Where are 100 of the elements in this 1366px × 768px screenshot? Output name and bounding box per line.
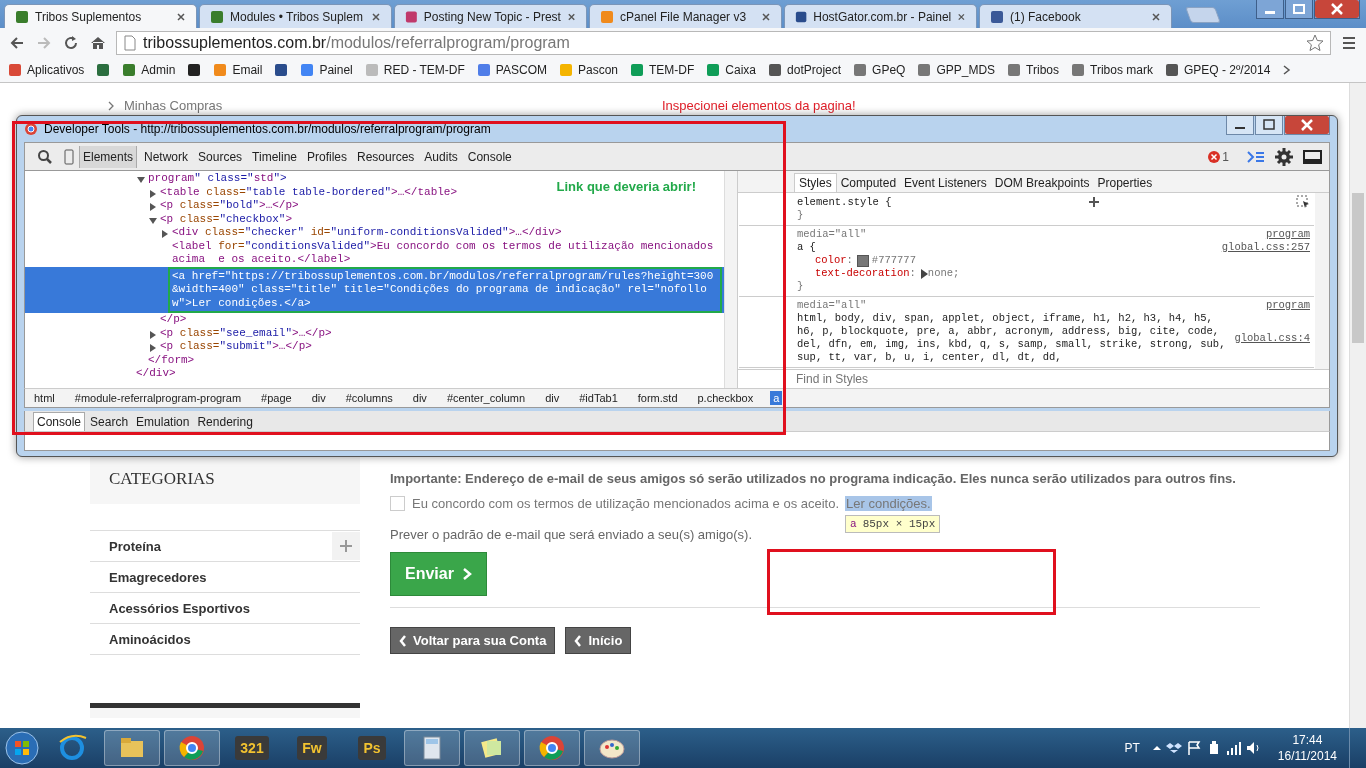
collapsed-triangle-icon[interactable] bbox=[149, 344, 157, 352]
clock[interactable]: 17:44 16/11/2014 bbox=[1277, 732, 1337, 764]
breadcrumb-item[interactable]: html bbox=[31, 391, 58, 405]
favicon-icon[interactable] bbox=[990, 9, 1004, 24]
source-link[interactable]: global.css:4 bbox=[1234, 331, 1310, 345]
collapsed-triangle-icon[interactable] bbox=[161, 230, 169, 238]
close-icon[interactable] bbox=[1314, 0, 1360, 19]
language-indicator[interactable]: PT bbox=[1124, 741, 1140, 755]
drawer-tab[interactable]: Search bbox=[87, 413, 132, 431]
reload-icon[interactable] bbox=[62, 33, 80, 52]
dom-node[interactable]: </p> bbox=[160, 313, 195, 327]
filter-field[interactable]: Find in Styles bbox=[738, 369, 1329, 388]
breadcrumb-item[interactable]: p.checkbox bbox=[694, 391, 757, 405]
drawer-tab[interactable]: Rendering bbox=[194, 413, 256, 431]
bookmark-item[interactable]: dotProject bbox=[768, 62, 842, 77]
browser-tab[interactable]: HostGator.com.br - Painel bbox=[784, 4, 977, 28]
panel-tab[interactable]: Console bbox=[464, 145, 515, 168]
dom-node[interactable]: <div class="checker" id="uniform-conditionsValided">…</div> bbox=[172, 226, 570, 240]
element-picker-icon[interactable] bbox=[1296, 195, 1310, 209]
scrollbar[interactable] bbox=[724, 171, 737, 388]
plus-icon[interactable] bbox=[1087, 196, 1100, 208]
panel-tab[interactable]: Profiles bbox=[304, 145, 350, 168]
star-icon[interactable] bbox=[1306, 33, 1324, 52]
console-drawer-icon[interactable] bbox=[1247, 148, 1265, 165]
browser-tab[interactable]: cPanel File Manager v3 bbox=[589, 4, 782, 28]
close-icon[interactable] bbox=[1151, 11, 1161, 22]
category-link[interactable]: Proteína bbox=[109, 538, 161, 554]
browser-tab[interactable]: (1) Facebook bbox=[979, 4, 1172, 28]
account-link[interactable]: Minhas Compras bbox=[124, 98, 223, 113]
signal-icon[interactable] bbox=[1225, 740, 1242, 756]
expanded-triangle-icon[interactable] bbox=[137, 176, 145, 184]
browser-tab[interactable]: Modules • Tribos Suplem bbox=[199, 4, 392, 28]
error-icon[interactable] bbox=[1208, 150, 1221, 163]
sidebar-tab[interactable]: DOM Breakpoints bbox=[990, 174, 1094, 192]
breadcrumb-item[interactable]: #columns bbox=[342, 391, 396, 405]
drawer-tab[interactable]: Console bbox=[33, 412, 86, 431]
search-icon[interactable] bbox=[37, 148, 53, 165]
bookmark-item[interactable]: PASCOM bbox=[476, 62, 547, 77]
dom-node[interactable]: <p class="submit">…</p> bbox=[160, 340, 320, 354]
taskbar-app[interactable] bbox=[584, 730, 640, 766]
bookmark-item[interactable]: Pascon bbox=[559, 62, 618, 77]
dom-node[interactable]: <label for="conditionsValided">Eu concordo com os termos de utilização mencionados acima e os aceito.</label> bbox=[172, 239, 724, 267]
bookmark-item[interactable]: Caixa bbox=[706, 62, 757, 77]
scrollbar[interactable] bbox=[1349, 83, 1366, 728]
browser-tab[interactable]: Posting New Topic - Prest bbox=[394, 4, 587, 28]
bookmark-item[interactable]: TEM-DF bbox=[630, 62, 695, 77]
taskbar-app[interactable] bbox=[104, 730, 160, 766]
collapsed-triangle-icon[interactable] bbox=[149, 203, 157, 211]
color-swatch[interactable] bbox=[856, 254, 869, 267]
favicon-icon[interactable] bbox=[795, 9, 808, 24]
taskbar-app[interactable]: 321 bbox=[224, 730, 280, 766]
taskbar-app[interactable] bbox=[404, 730, 460, 766]
scrollbar[interactable] bbox=[1315, 193, 1329, 369]
chevron-icon[interactable] bbox=[108, 100, 114, 111]
taskbar-app[interactable]: Fw bbox=[284, 730, 340, 766]
favicon-icon[interactable] bbox=[15, 9, 29, 24]
close-icon[interactable] bbox=[176, 11, 186, 22]
bookmark-icon[interactable] bbox=[768, 62, 783, 77]
close-icon[interactable] bbox=[566, 11, 576, 22]
panel-tab[interactable]: Audits bbox=[421, 145, 461, 168]
settings-icon[interactable] bbox=[1275, 147, 1293, 166]
bookmark-item[interactable]: Tribos bbox=[1007, 62, 1059, 77]
source-link[interactable]: program bbox=[1265, 228, 1310, 241]
chevron-icon[interactable] bbox=[1282, 62, 1293, 77]
browser-tab[interactable]: Tribos Suplementos bbox=[4, 4, 197, 28]
bookmark-item[interactable]: Admin bbox=[122, 62, 176, 77]
breadcrumb-item[interactable]: #center_column bbox=[443, 391, 529, 405]
breadcrumb-item[interactable]: div bbox=[308, 391, 329, 405]
panel-tab[interactable]: Elements bbox=[79, 145, 138, 168]
taskbar-app[interactable] bbox=[164, 730, 220, 766]
panel-tab[interactable]: Resources bbox=[354, 145, 418, 168]
address-bar[interactable]: tribossuplementos.com.br/modulos/referralprogram/program bbox=[116, 30, 1331, 55]
dom-node[interactable]: <p class="checkbox"> bbox=[160, 212, 301, 226]
collapsed-triangle-icon[interactable] bbox=[149, 189, 157, 198]
minimize-icon[interactable] bbox=[1256, 0, 1284, 19]
bookmark-item[interactable]: Tribos mark bbox=[1071, 62, 1153, 77]
bookmark-item[interactable]: GPeQ bbox=[853, 62, 906, 77]
speaker-icon[interactable] bbox=[1245, 740, 1262, 756]
error-count[interactable]: 1 bbox=[1202, 149, 1229, 164]
category-link[interactable]: Emagrecedores bbox=[109, 569, 207, 585]
dom-node[interactable]: program" class="std"> bbox=[148, 172, 295, 186]
favicon-icon[interactable] bbox=[405, 9, 418, 24]
dock-icon[interactable] bbox=[1303, 148, 1323, 165]
bookmark-item[interactable]: GPP_MDS bbox=[917, 62, 996, 77]
dom-node[interactable]: </div> bbox=[136, 367, 184, 381]
close-icon[interactable] bbox=[371, 11, 381, 22]
taskbar-app[interactable] bbox=[524, 730, 580, 766]
caret-icon[interactable] bbox=[1151, 743, 1162, 753]
panel-tab[interactable]: Network bbox=[141, 145, 192, 168]
chevron-icon[interactable] bbox=[461, 567, 472, 581]
dom-node[interactable]: <p class="bold">…</p> bbox=[160, 199, 307, 213]
close-icon[interactable] bbox=[761, 11, 771, 22]
panel-tab[interactable]: Timeline bbox=[249, 145, 300, 168]
breadcrumb-item[interactable]: #page bbox=[258, 391, 295, 405]
collapsed-triangle-icon[interactable] bbox=[149, 330, 157, 339]
bookmark-icon[interactable] bbox=[187, 62, 202, 77]
expanded-triangle-icon[interactable] bbox=[149, 216, 157, 225]
restore-icon[interactable] bbox=[1285, 0, 1313, 19]
dom-node[interactable]: </form> bbox=[148, 353, 203, 367]
breadcrumb-item[interactable]: #idTab1 bbox=[576, 391, 621, 405]
